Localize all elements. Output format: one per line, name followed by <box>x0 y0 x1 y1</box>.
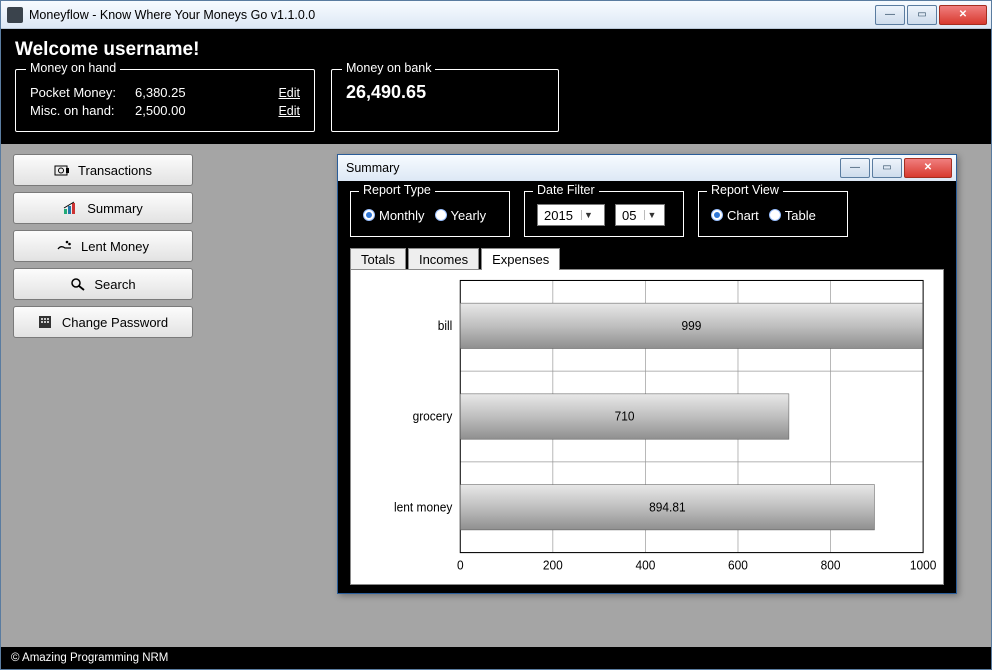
report-view-legend: Report View <box>707 183 783 197</box>
pocket-money-edit-link[interactable]: Edit <box>278 86 300 100</box>
money-on-bank-legend: Money on bank <box>342 61 435 75</box>
search-icon <box>70 277 86 291</box>
nav-lent-label: Lent Money <box>81 239 149 254</box>
radio-dot-icon <box>363 209 375 221</box>
chart-area: 0 200 400 600 800 1000 bill 999 grocery 710 lent m… <box>350 269 944 585</box>
svg-text:200: 200 <box>543 558 563 572</box>
radio-monthly[interactable]: Monthly <box>363 208 425 223</box>
nav-search-label: Search <box>94 277 135 292</box>
misc-label: Misc. on hand: <box>30 103 135 118</box>
nav-change-password[interactable]: Change Password <box>13 306 193 338</box>
tab-expenses[interactable]: Expenses <box>481 248 560 270</box>
nav-summary-label: Summary <box>87 201 143 216</box>
window-title: Moneyflow - Know Where Your Moneys Go v1… <box>29 8 875 22</box>
bank-amount: 26,490.65 <box>346 82 544 103</box>
workspace: Summary — ▭ ✕ Report Type Monthly <box>207 154 979 639</box>
month-combo[interactable]: 05 ▼ <box>615 204 665 226</box>
summary-tabs: Totals Incomes Expenses <box>350 247 944 269</box>
radio-chart[interactable]: Chart <box>711 208 759 223</box>
footer-text: © Amazing Programming NRM <box>1 647 991 669</box>
svg-text:800: 800 <box>821 558 841 572</box>
nav-transactions-label: Transactions <box>78 163 152 178</box>
report-type-group: Report Type Monthly Yearly <box>350 191 510 237</box>
report-view-group: Report View Chart Table <box>698 191 848 237</box>
radio-yearly-label: Yearly <box>451 208 487 223</box>
radio-dot-icon <box>769 209 781 221</box>
summary-titlebar[interactable]: Summary — ▭ ✕ <box>338 155 956 181</box>
misc-on-hand-row: Misc. on hand: 2,500.00 Edit <box>30 103 300 118</box>
svg-text:400: 400 <box>635 558 655 572</box>
app-icon <box>7 7 23 23</box>
money-on-bank-group: Money on bank 26,490.65 <box>331 69 559 132</box>
nav-search[interactable]: Search <box>13 268 193 300</box>
nav-password-label: Change Password <box>62 315 168 330</box>
pocket-money-value: 6,380.25 <box>135 85 225 100</box>
chevron-down-icon: ▼ <box>581 210 595 220</box>
pocket-money-row: Pocket Money: 6,380.25 Edit <box>30 85 300 100</box>
svg-text:710: 710 <box>615 409 635 423</box>
money-on-hand-group: Money on hand Pocket Money: 6,380.25 Edi… <box>15 69 315 132</box>
date-filter-legend: Date Filter <box>533 183 599 197</box>
svg-text:lent money: lent money <box>394 500 453 514</box>
svg-text:1000: 1000 <box>910 558 937 572</box>
svg-text:grocery: grocery <box>413 409 454 423</box>
radio-table[interactable]: Table <box>769 208 816 223</box>
nav-summary[interactable]: Summary <box>13 192 193 224</box>
report-type-legend: Report Type <box>359 183 435 197</box>
svg-text:0: 0 <box>457 558 464 572</box>
main-close-button[interactable]: ✕ <box>939 5 987 25</box>
misc-edit-link[interactable]: Edit <box>278 104 300 118</box>
pocket-money-label: Pocket Money: <box>30 85 135 100</box>
tab-totals[interactable]: Totals <box>350 248 406 270</box>
welcome-heading: Welcome username! <box>1 29 991 69</box>
camera-icon <box>54 163 70 177</box>
radio-yearly[interactable]: Yearly <box>435 208 487 223</box>
bar-chart-icon <box>63 201 79 215</box>
main-maximize-button[interactable]: ▭ <box>907 5 937 25</box>
year-combo[interactable]: 2015 ▼ <box>537 204 605 226</box>
nav-lent-money[interactable]: Lent Money <box>13 230 193 262</box>
hand-coins-icon <box>57 239 73 253</box>
summary-window: Summary — ▭ ✕ Report Type Monthly <box>337 154 957 594</box>
radio-dot-icon <box>435 209 447 221</box>
svg-text:999: 999 <box>682 319 702 333</box>
summary-maximize-button[interactable]: ▭ <box>872 158 902 178</box>
month-value: 05 <box>622 208 636 223</box>
main-window: Moneyflow - Know Where Your Moneys Go v1… <box>0 0 992 670</box>
year-value: 2015 <box>544 208 573 223</box>
svg-text:bill: bill <box>438 319 453 333</box>
summary-window-title: Summary <box>346 161 840 175</box>
main-minimize-button[interactable]: — <box>875 5 905 25</box>
sidebar: Transactions Summary Lent Money Search C… <box>13 154 193 639</box>
radio-monthly-label: Monthly <box>379 208 425 223</box>
radio-dot-icon <box>711 209 723 221</box>
chevron-down-icon: ▼ <box>644 210 658 220</box>
nav-transactions[interactable]: Transactions <box>13 154 193 186</box>
summary-close-button[interactable]: ✕ <box>904 158 952 178</box>
svg-text:600: 600 <box>728 558 748 572</box>
summary-minimize-button[interactable]: — <box>840 158 870 178</box>
svg-text:894.81: 894.81 <box>649 500 686 514</box>
radio-table-label: Table <box>785 208 816 223</box>
radio-chart-label: Chart <box>727 208 759 223</box>
date-filter-group: Date Filter 2015▼ 05▼ <box>524 191 684 237</box>
misc-value: 2,500.00 <box>135 103 225 118</box>
tab-incomes[interactable]: Incomes <box>408 248 479 270</box>
money-on-hand-legend: Money on hand <box>26 61 120 75</box>
keypad-icon <box>38 315 54 329</box>
main-titlebar[interactable]: Moneyflow - Know Where Your Moneys Go v1… <box>1 1 991 29</box>
